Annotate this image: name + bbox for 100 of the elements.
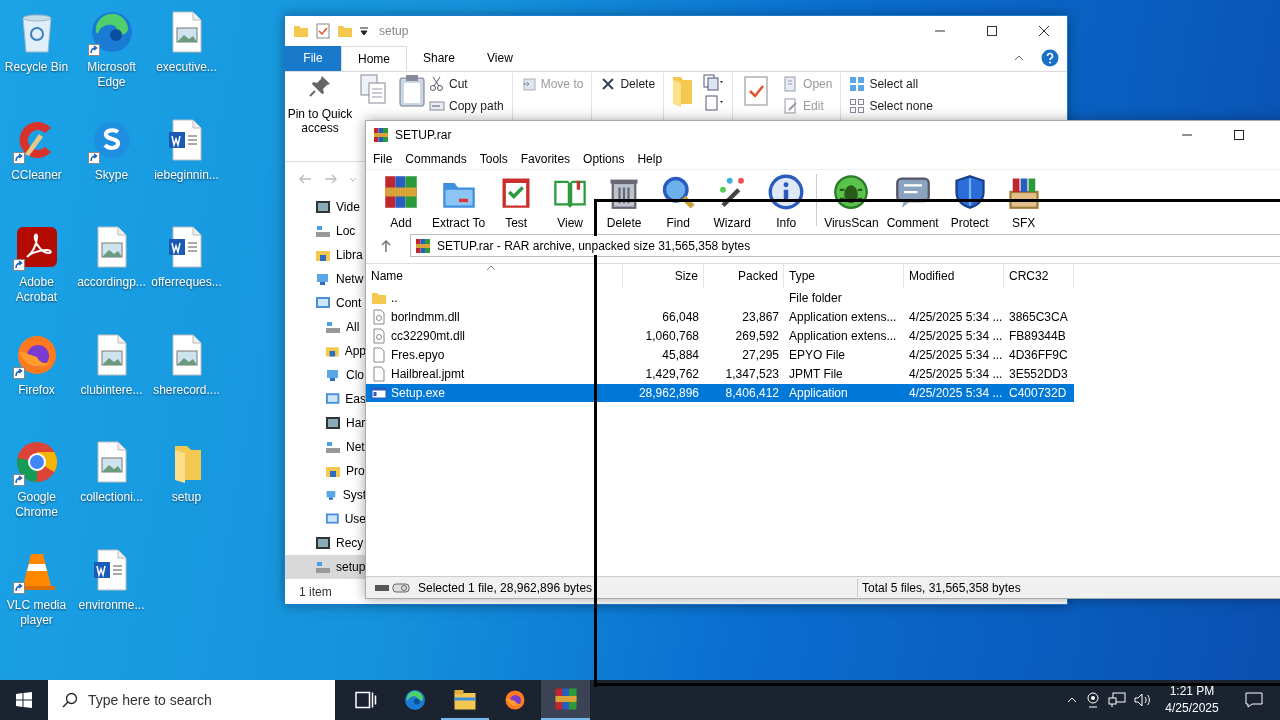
ribbon-tab[interactable]: File [285, 46, 341, 71]
nav-item-icon [325, 439, 341, 456]
search-field[interactable]: Type here to search [48, 680, 335, 720]
menu-item[interactable]: File [366, 149, 399, 168]
nav-pane-item[interactable]: Loc [285, 219, 366, 244]
edit-icon [783, 97, 800, 114]
file-name[interactable]: Hailbreal.jpmt [391, 364, 465, 383]
toolbar-button[interactable]: Wizard [705, 174, 760, 232]
table-cell-text: 4/25/2025 5:34 ... [908, 346, 1004, 364]
nav-pane-item[interactable]: All [285, 315, 366, 340]
webcam-icon[interactable] [1086, 692, 1100, 708]
column-header[interactable]: Packed [704, 264, 784, 288]
archive-books-icon [373, 126, 389, 143]
table-cell-text: 4/25/2025 5:34 ... [908, 327, 1004, 345]
table-cell-text: FB89344B [1008, 327, 1067, 345]
menu-item[interactable]: Help [630, 149, 669, 168]
ribbon-tab[interactable]: Home [341, 46, 407, 71]
toolbar-button[interactable]: Test [489, 174, 544, 232]
ribbon-button[interactable]: Select none [847, 94, 935, 117]
address-bar[interactable]: SETUP.rar - RAR archive, unpacked size 31,565,358 bytes [410, 234, 1280, 257]
pin-to-quick-access-button[interactable]: Pin to Quick access [285, 72, 355, 162]
nav-pane-item[interactable]: Clo [285, 363, 366, 388]
up-arrow-icon[interactable] [380, 238, 392, 253]
speaker-icon[interactable] [1134, 692, 1152, 708]
select-all-icon [849, 75, 866, 92]
nav-item-icon [315, 199, 331, 216]
drive-icon [374, 581, 410, 594]
menu-item[interactable]: Options [576, 149, 631, 168]
table-cell-text: Application extens... [788, 308, 898, 326]
table-cell-text: File folder [788, 289, 843, 307]
file-name[interactable]: Fres.epyo [391, 345, 445, 364]
table-cell: Application [784, 383, 904, 402]
delete-x-icon [600, 75, 617, 92]
table-cell-text: 3865C3CA [1008, 308, 1069, 326]
status-text: 1 item [299, 583, 333, 601]
clock[interactable]: 1:21 PM 4/25/2025 [1160, 683, 1224, 717]
ribbon-tab[interactable]: View [471, 46, 529, 71]
column-header[interactable]: CRC32 [1004, 264, 1074, 288]
file-name[interactable]: .. [391, 288, 398, 307]
window-title: setup [379, 23, 409, 40]
toolbar-button[interactable]: Extract To [428, 174, 490, 232]
speech-bubble-icon [894, 174, 931, 210]
ribbon-button[interactable]: Cut [427, 72, 506, 95]
table-cell-text: 3E552DD3 [1008, 365, 1069, 383]
table-cell-text: JPMT File [788, 365, 844, 383]
help-icon[interactable] [1041, 49, 1059, 68]
gear-document-icon [371, 327, 387, 344]
scissors-icon [429, 75, 445, 92]
table-cell-text: 269,592 [734, 327, 780, 345]
folder-icon [453, 687, 477, 711]
search-icon [62, 692, 78, 708]
file-name[interactable]: borlndmm.dll [391, 307, 460, 326]
ribbon-button[interactable]: Delete [598, 72, 658, 95]
network-icon[interactable] [1108, 692, 1126, 708]
nav-item-icon [325, 367, 341, 384]
ribbon-tab[interactable]: Share [407, 46, 472, 71]
sort-caret-icon [486, 265, 496, 271]
ribbon-button[interactable]: Select all [847, 72, 935, 95]
table-cell: C400732D [1004, 383, 1074, 402]
table-cell-text: 1,060,768 [644, 327, 700, 345]
application-window-icon [371, 384, 387, 401]
nav-item-icon [315, 223, 331, 240]
menu-item[interactable]: Favorites [513, 149, 577, 168]
nav-pane-item[interactable]: Netw [285, 267, 366, 292]
nav-item-icon [315, 271, 331, 288]
close-icon [1038, 25, 1050, 37]
menu-item[interactable]: Commands [398, 149, 473, 168]
table-cell: 4/25/2025 5:34 ... [904, 383, 1004, 402]
nav-pane-item[interactable]: Syst [285, 483, 366, 508]
table-cell-text: 4/25/2025 5:34 ... [908, 365, 1004, 383]
select-none-icon [849, 97, 866, 114]
status-text: Total 5 files, 31,565,358 bytes [857, 578, 1021, 597]
table-cell-text: 1,429,762 [644, 365, 700, 383]
table-cell-text: EPYO File [788, 346, 846, 364]
nav-item-icon [325, 319, 341, 336]
status-text: Selected 1 file, 28,962,896 bytes [418, 579, 593, 597]
table-cell-text: 27,295 [741, 346, 780, 364]
ribbon-button[interactable]: Copy path [427, 94, 506, 117]
nav-item-icon [315, 535, 331, 552]
file-name[interactable]: cc32290mt.dll [391, 326, 466, 345]
column-header[interactable]: Modified [904, 264, 1004, 288]
table-cell-text: 4/25/2025 5:34 ... [908, 308, 1004, 326]
windows-logo-icon [16, 692, 32, 708]
dropdown-caret-icon[interactable] [359, 26, 369, 36]
column-header[interactable]: Type [784, 264, 904, 288]
nav-pane-item[interactable]: setup [285, 555, 366, 580]
maximize-icon [1233, 128, 1245, 141]
table-cell-text: Application extens... [788, 327, 898, 345]
toolbar-button[interactable]: Add [374, 174, 428, 232]
nav-pane-item[interactable]: Net [285, 435, 366, 460]
nav-item-icon [315, 559, 331, 576]
menu-item[interactable]: Tools [472, 149, 514, 168]
nav-item-icon [325, 415, 341, 432]
table-cell-text: 1,347,523 [724, 365, 780, 383]
column-header[interactable]: Size [623, 264, 704, 288]
properties-icon[interactable] [315, 23, 331, 39]
table-cell-text: 66,048 [661, 308, 700, 326]
table-cell-text: 45,884 [661, 346, 700, 364]
table-cell-text: 4D36FF9C [1008, 346, 1069, 364]
gear-document-icon [371, 308, 387, 325]
